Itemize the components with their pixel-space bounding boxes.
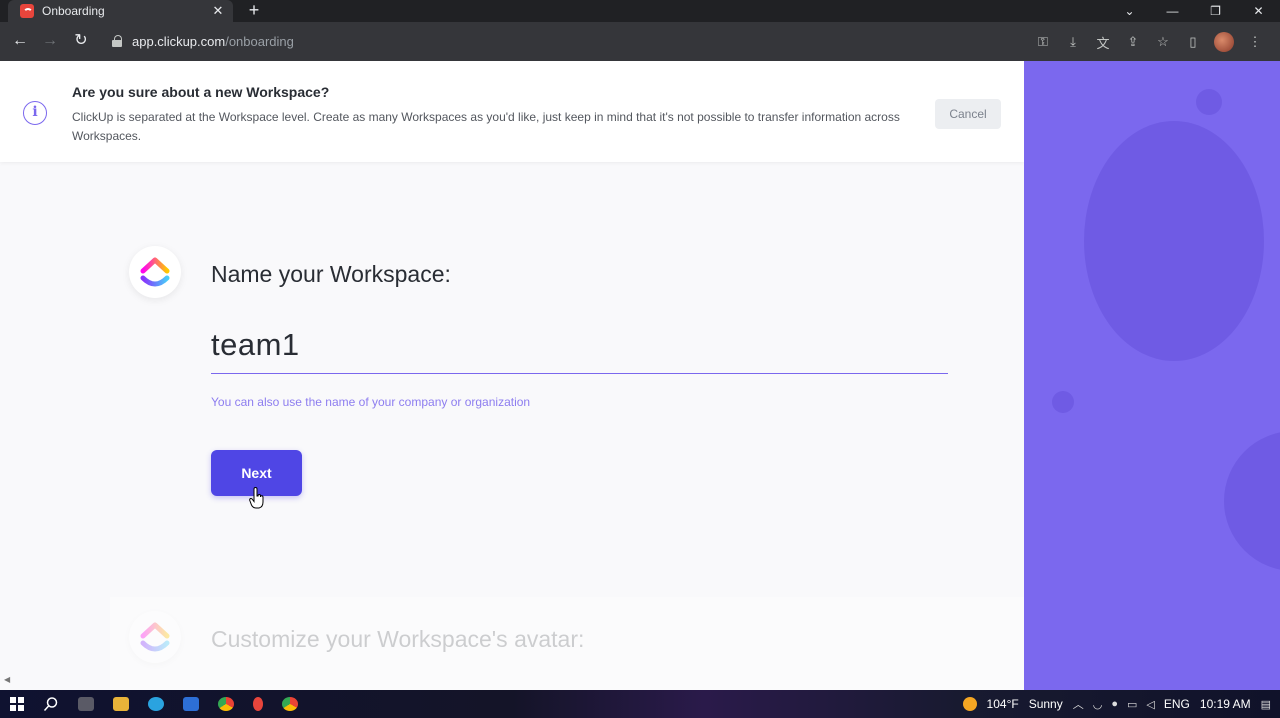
volume-icon[interactable]: ◁ [1146,698,1154,711]
restore-button[interactable]: ❐ [1194,4,1237,18]
chevron-up-icon[interactable]: ︿ [1073,696,1084,712]
workspace-name-hint: You can also use the name of your compan… [211,395,531,409]
reload-button[interactable]: ↻ [72,33,90,49]
decorative-blob [1084,121,1264,361]
tab-close-icon[interactable]: ✕ [211,3,225,19]
clickup-logo-faded [129,611,181,663]
system-tray: 104°F Sunny ︿ ◡ ● ▭ ◁ ENG 10:19 AM ▤ [962,690,1280,718]
minimize-button[interactable]: — [1151,4,1194,18]
page-content: i Are you sure about a new Workspace? Cl… [0,61,1280,690]
url-path: /onboarding [225,33,294,49]
decorative-side-panel [1024,61,1280,690]
recorder-icon[interactable] [253,697,263,711]
notification-icon[interactable]: ▤ [1261,698,1271,711]
toolbar-icons: ⚿ ⤓ 文 ⇪ ☆ ▯ ⋮ [1028,32,1270,52]
lock-icon[interactable] [112,35,122,47]
windows-taskbar: 104°F Sunny ︿ ◡ ● ▭ ◁ ENG 10:19 AM ▤ [0,690,1280,718]
tab-search-icon[interactable]: ⌄ [1108,4,1151,18]
temperature[interactable]: 104°F [987,697,1019,711]
profile-avatar[interactable] [1214,32,1234,52]
clickup-logo-faded-icon [140,622,170,652]
new-workspace-warning-banner: i Are you sure about a new Workspace? Cl… [0,61,1024,162]
cancel-button[interactable]: Cancel [935,99,1001,129]
menu-icon[interactable]: ⋮ [1240,34,1270,50]
tab-title: Onboarding [42,4,105,18]
scroll-left-arrow-icon[interactable]: ◀ [4,675,10,684]
step-title-customize-avatar: Customize your Workspace's avatar: [211,626,585,652]
url-host: app.clickup.com [132,33,226,49]
address-bar[interactable]: app.clickup.com/onboarding [104,26,1154,56]
clock-time[interactable]: 10:19 AM [1200,697,1251,711]
bookmark-star-icon[interactable]: ☆ [1148,34,1178,50]
clickup-logo [129,246,181,298]
battery-icon[interactable]: ▭ [1127,698,1137,711]
back-button[interactable]: ← [11,33,29,49]
install-icon[interactable]: ⤓ [1058,34,1088,50]
clickup-logo-icon [140,257,170,287]
new-tab-button[interactable]: + [246,1,262,19]
sunny-weather-icon[interactable] [962,697,977,711]
weather-text[interactable]: Sunny [1029,697,1063,711]
microphone-icon[interactable]: ● [1111,698,1118,710]
search-icon[interactable] [43,696,59,712]
language-indicator[interactable]: ENG [1164,697,1190,711]
hand-cursor-icon [249,487,264,509]
key-icon[interactable]: ⚿ [1028,34,1058,50]
banner-title: Are you sure about a new Workspace? [72,84,330,100]
sidepanel-icon[interactable]: ▯ [1178,34,1208,50]
file-explorer-icon[interactable] [113,697,129,711]
close-window-button[interactable]: ✕ [1237,4,1280,18]
share-icon[interactable]: ⇪ [1118,34,1148,50]
taskbar-app-icon[interactable] [78,697,94,711]
browser-toolbar: ← → ↻ app.clickup.com/onboarding ⚿ ⤓ 文 ⇪… [0,22,1280,61]
info-icon: i [23,101,47,125]
translate-icon[interactable]: 文 [1088,33,1118,52]
browser-tab-bar: Onboarding ✕ + ⌄ — ❐ ✕ [0,0,1280,22]
network-icon[interactable]: ◡ [1093,698,1103,711]
decorative-dot [1196,89,1222,115]
window-controls: ⌄ — ❐ ✕ [1108,0,1280,22]
taskbar-app-icon[interactable] [183,697,199,711]
browser-tab-onboarding[interactable]: Onboarding ✕ [8,0,233,22]
telegram-icon[interactable] [148,697,164,711]
forward-button[interactable]: → [41,33,59,49]
onboarding-main: i Are you sure about a new Workspace? Cl… [0,61,1024,690]
step-title-name-workspace: Name your Workspace: [211,261,451,287]
chrome-icon[interactable] [218,697,234,711]
windows-start-icon[interactable] [10,697,24,711]
decorative-blob [1224,431,1280,571]
decorative-dot [1052,391,1074,413]
banner-text: ClickUp is separated at the Workspace le… [72,110,900,143]
workspace-name-input[interactable] [211,316,948,374]
chrome-icon[interactable] [282,697,298,711]
clickup-favicon-icon [20,4,34,18]
